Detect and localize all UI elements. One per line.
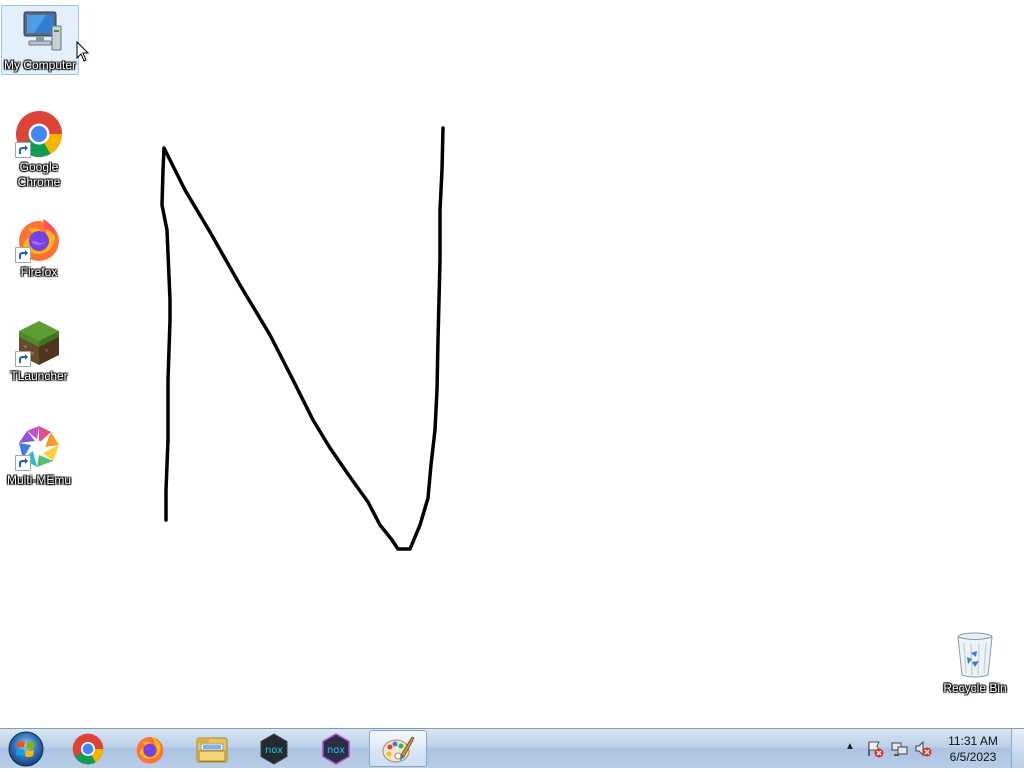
recycle-bin-icon (957, 632, 993, 678)
taskbar-clock[interactable]: 11:31 AM 6/5/2023 (940, 733, 1006, 765)
shortcut-arrow-icon (15, 142, 31, 158)
drawn-letter-n (160, 126, 445, 551)
desktop-icon-multi-memu[interactable]: Multi-MEmu (1, 423, 77, 488)
desktop-icon-label: Recycle Bin (943, 681, 1007, 695)
desktop-icon-tlauncher[interactable]: TLauncher (1, 319, 77, 384)
shortcut-arrow-icon (15, 351, 31, 367)
action-center-flag-icon[interactable] (866, 740, 884, 758)
taskbar-button-chrome[interactable] (59, 730, 117, 767)
chrome-icon (72, 733, 104, 764)
drawing-canvas (160, 126, 445, 551)
show-hidden-icons-arrow-icon[interactable]: ▲ (845, 741, 855, 752)
desktop-icon-my-computer[interactable]: My Computer (1, 5, 79, 75)
desktop-icon-firefox[interactable]: Firefox (1, 215, 77, 280)
nox-multi-icon: nox (322, 732, 350, 765)
firefox-icon (136, 736, 164, 764)
shortcut-arrow-icon (15, 247, 31, 263)
computer-icon (23, 11, 62, 51)
svg-text:nox: nox (327, 745, 345, 756)
clock-time: 11:31 AM (948, 734, 998, 748)
taskbar-button-nox-multi[interactable]: nox (307, 730, 365, 767)
desktop-icon-label: My Computer (3, 58, 77, 72)
taskbar-button-file-explorer[interactable] (183, 730, 241, 767)
file-explorer-icon (196, 737, 228, 762)
windows-start-orb-icon (8, 731, 44, 767)
desktop-icon-label: Multi-MEmu (6, 473, 71, 487)
taskbar-button-nox[interactable]: nox (245, 730, 303, 767)
desktop[interactable]: My Computer Google Chrome Firefox TLaunc… (0, 0, 1024, 728)
network-icon[interactable] (890, 740, 908, 758)
mouse-cursor-icon (76, 41, 90, 62)
taskbar-button-paint[interactable] (369, 730, 427, 767)
volume-muted-icon[interactable] (914, 740, 932, 758)
taskbar-button-firefox[interactable] (121, 730, 179, 767)
svg-text:nox: nox (265, 745, 283, 756)
desktop-icon-recycle-bin[interactable]: Recycle Bin (937, 631, 1013, 696)
desktop-icon-google-chrome[interactable]: Google Chrome (1, 110, 77, 190)
desktop-icon-label: TLauncher (10, 369, 68, 383)
taskbar: nox nox ▲ 11:31 AM 6/5/2023 (0, 728, 1024, 768)
shortcut-arrow-icon (15, 455, 31, 471)
clock-date: 6/5/2023 (949, 750, 997, 764)
desktop-icon-label: Google Chrome (17, 160, 61, 189)
start-button[interactable] (6, 730, 46, 767)
show-desktop-button[interactable] (1011, 729, 1024, 768)
nox-icon: nox (260, 732, 288, 765)
paint-icon (382, 735, 415, 762)
desktop-icon-label: Firefox (20, 265, 58, 279)
